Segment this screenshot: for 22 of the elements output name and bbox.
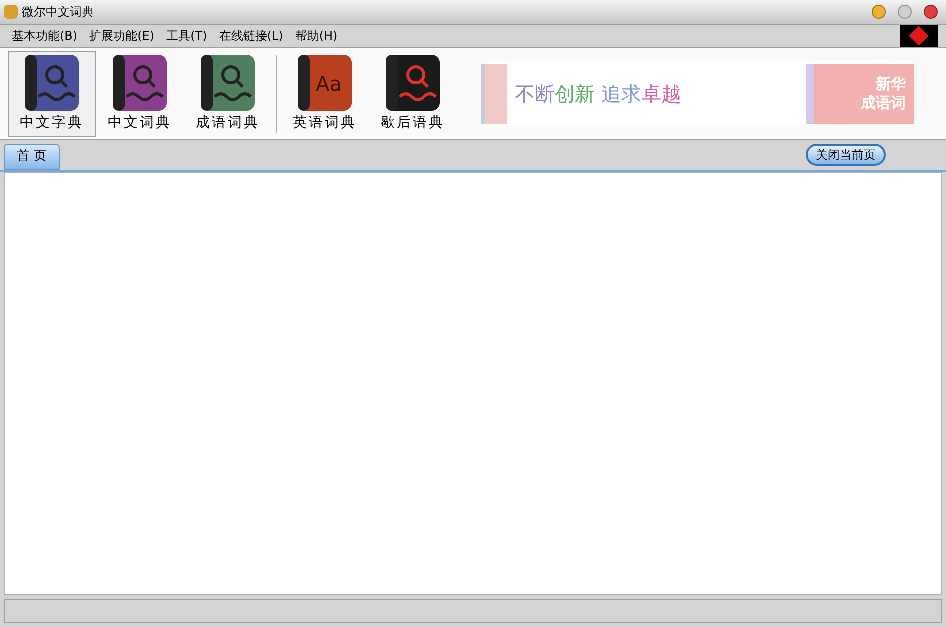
letters-book-icon: Aa	[296, 53, 354, 113]
banner-image	[481, 64, 507, 124]
menu-item[interactable]: 帮助(H)	[295, 27, 338, 45]
menu-item[interactable]: 在线链接(L)	[219, 27, 284, 45]
menu-item[interactable]: 基本功能(B)	[12, 27, 78, 45]
dictionary-button[interactable]: 歇后语典	[369, 50, 457, 136]
window-title: 微尔中文词典	[22, 4, 94, 21]
menu-item[interactable]: 工具(T)	[166, 27, 208, 45]
dictionary-button[interactable]: 中文词典	[96, 50, 184, 136]
app-icon	[4, 5, 18, 19]
menu-item[interactable]: 扩展功能(E)	[90, 27, 155, 45]
dictionary-button[interactable]: 成语词典	[184, 50, 272, 136]
slogan: 不断创新 追求卓越	[515, 80, 682, 108]
dictionary-button[interactable]: 中文字典	[8, 50, 96, 136]
close-button[interactable]	[924, 5, 938, 19]
close-page-button[interactable]: 关闭当前页	[806, 144, 886, 166]
tab[interactable]: 首 页	[4, 144, 60, 170]
minimize-button[interactable]	[872, 5, 886, 19]
maximize-button[interactable]	[898, 5, 912, 19]
dictionary-button[interactable]: Aa 英语词典	[281, 50, 369, 136]
ad-text: 新华	[876, 74, 906, 94]
ad-text: 成语词	[861, 94, 906, 112]
